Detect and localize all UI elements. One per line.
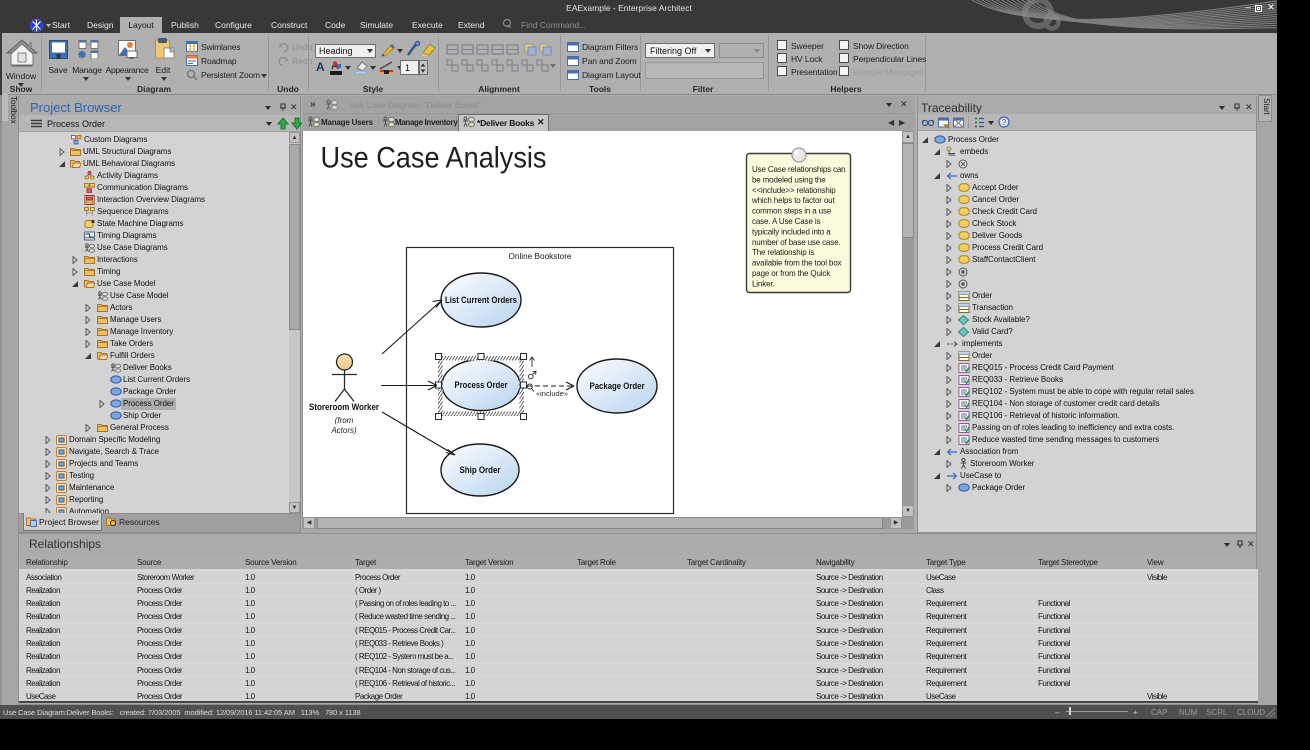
svg-text:Online Bookstore: Online Bookstore bbox=[509, 251, 572, 261]
svg-text:Use Case Analysis: Use Case Analysis bbox=[321, 142, 547, 175]
svg-text:?: ? bbox=[1002, 118, 1007, 127]
svg-text:Process Order: Process Order bbox=[455, 380, 508, 390]
svg-text:«include»: «include» bbox=[536, 389, 568, 398]
svg-text:Ship Order: Ship Order bbox=[460, 465, 501, 475]
svg-text:Package Order: Package Order bbox=[590, 381, 645, 391]
svg-text:Storeroom Worker: Storeroom Worker bbox=[309, 402, 379, 412]
svg-text:List Current Orders: List Current Orders bbox=[445, 295, 517, 305]
svg-text:Actors): Actors) bbox=[330, 426, 357, 435]
svg-text:(from: (from bbox=[335, 416, 354, 425]
